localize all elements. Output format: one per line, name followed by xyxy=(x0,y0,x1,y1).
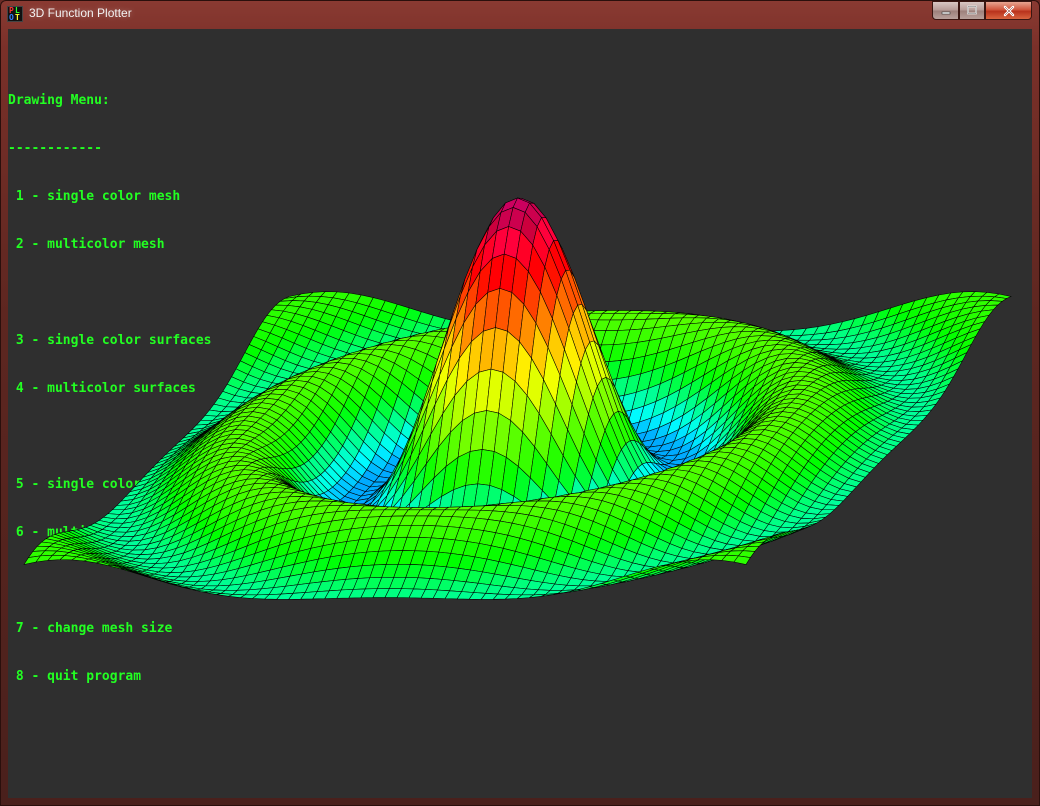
app-icon[interactable]: P L O T xyxy=(7,6,23,22)
surface-mesh xyxy=(23,197,1012,600)
maximize-button[interactable] xyxy=(959,1,985,20)
drawing-area[interactable]: Drawing Menu: ------------ 1 - single co… xyxy=(8,29,1032,798)
close-button[interactable] xyxy=(985,1,1032,20)
maximize-icon xyxy=(967,5,977,15)
window-title: 3D Function Plotter xyxy=(29,6,132,20)
app-window: P L O T 3D Function Plotter Drawing Menu… xyxy=(0,0,1040,806)
sombrero-surface-plot xyxy=(23,197,1012,600)
title-bar[interactable]: P L O T 3D Function Plotter xyxy=(0,0,1040,28)
minimize-icon xyxy=(941,11,950,14)
caption-buttons xyxy=(932,1,1032,20)
close-icon xyxy=(1003,5,1014,16)
minimize-button[interactable] xyxy=(932,1,959,20)
